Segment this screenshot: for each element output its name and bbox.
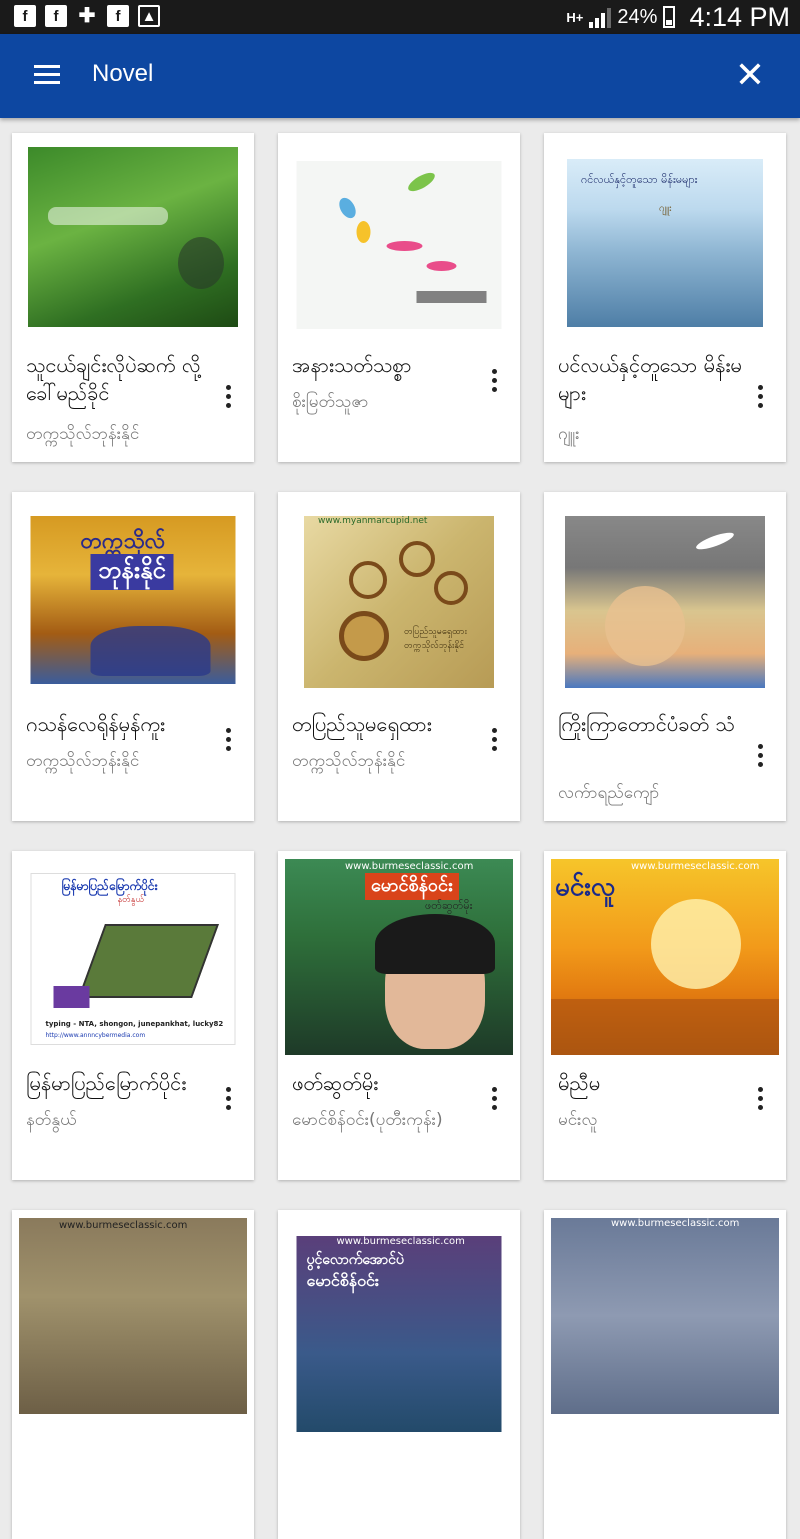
cover-text: ဂင်လယ်နှင့်တူသော မိန်းမများ bbox=[581, 173, 698, 186]
book-title[interactable]: တပြည်သူမရှေထား bbox=[292, 710, 477, 738]
book-author: မင်းလူ bbox=[558, 1110, 598, 1130]
signal-icon bbox=[589, 6, 612, 28]
facebook-icon: f bbox=[14, 5, 36, 27]
battery-percentage: 24% bbox=[617, 5, 658, 28]
book-grid: သူငယ်ချင်းလိုပဲဆက် လို့ခေါ်မည်ခိုင် တက္က… bbox=[12, 133, 788, 1539]
book-card[interactable]: တက္ကသိုလ် ဘုန်းနိုင် ဂသန်လေရိုန်မှန်ကူး … bbox=[12, 492, 254, 821]
hamburger-menu-icon[interactable] bbox=[30, 62, 64, 90]
book-card[interactable]: www.burmeseclassic.com bbox=[12, 1210, 254, 1539]
cover-text: www.burmeseclassic.com bbox=[345, 861, 474, 872]
status-bar: f f ✚ f ▲ H+ 24% 4:14 PM bbox=[0, 0, 800, 34]
more-options-icon[interactable] bbox=[216, 722, 240, 756]
book-title[interactable]: ပင်လယ်နှင့်တူသော မိန်းမများ bbox=[558, 351, 743, 407]
more-options-icon[interactable] bbox=[216, 379, 240, 413]
book-card[interactable]: သူငယ်ချင်းလိုပဲဆက် လို့ခေါ်မည်ခိုင် တက္က… bbox=[12, 133, 254, 462]
cover-text: typing - NTA, shongon, junepankhat, luck… bbox=[45, 1020, 224, 1028]
book-author: လက်ာရည်ကျော် bbox=[558, 783, 660, 803]
cover-text: တပြည်သူမရှေထား bbox=[404, 627, 467, 637]
page-title: Novel bbox=[92, 60, 154, 87]
book-card[interactable]: www.myanmarcupid.net တပြည်သူမရှေထား တက္က… bbox=[278, 492, 520, 821]
book-cover[interactable]: www.burmeseclassic.com bbox=[551, 1218, 779, 1414]
app-bar: Novel ✕ bbox=[0, 34, 800, 118]
cover-text: www.myanmarcupid.net bbox=[318, 516, 428, 526]
book-author: တက္ကသိုလ်ဘုန်းနိုင် bbox=[292, 751, 406, 771]
book-author: တက္ကသိုလ်ဘုန်းနိုင် bbox=[26, 424, 140, 444]
cover-text: ပွင့်လောက်အောင်ပဲ bbox=[306, 1252, 404, 1268]
book-card[interactable]: www.burmeseclassic.com မောင်စိန်ဝင်း ဖတ်… bbox=[278, 851, 520, 1180]
notification-icons: f f ✚ f ▲ bbox=[14, 5, 160, 27]
book-author: တက္ကသိုလ်ဘုန်းနိုင် bbox=[26, 751, 140, 771]
book-card[interactable]: မြန်မာပြည်မြောက်ပိုင်း နတ်နွယ် typing - … bbox=[12, 851, 254, 1180]
book-title[interactable]: ဂသန်လေရိုန်မှန်ကူး bbox=[26, 710, 211, 738]
cover-text: ဂျူး bbox=[659, 203, 672, 214]
book-card[interactable]: ဂင်လယ်နှင့်တူသော မိန်းမများ ဂျူး ပင်လယ်န… bbox=[544, 133, 786, 462]
more-options-icon[interactable] bbox=[482, 722, 506, 756]
book-author: နတ်နွယ် bbox=[26, 1110, 77, 1130]
book-author: စိုးမြတ်သူဇာ bbox=[292, 392, 369, 412]
book-cover[interactable]: တက္ကသိုလ် ဘုန်းနိုင် bbox=[30, 516, 236, 684]
cover-text: http://www.annncybermedia.com bbox=[45, 1032, 146, 1039]
book-cover[interactable] bbox=[296, 161, 502, 329]
book-cover[interactable]: ဂင်လယ်နှင့်တူသော မိန်းမများ ဂျူး bbox=[567, 159, 763, 327]
cover-text: www.burmeseclassic.com bbox=[59, 1220, 188, 1231]
book-author: မောင်စိန်ဝင်း(ပုတီးကုန်း) bbox=[292, 1110, 443, 1130]
image-icon: ▲ bbox=[138, 5, 160, 27]
book-title[interactable]: ကြိုးကြာတောင်ပံခတ် သံ bbox=[558, 710, 743, 738]
cover-text: တက္ကသိုလ်ဘုန်းနိုင် bbox=[404, 641, 464, 651]
book-title[interactable]: အနားသတ်သစ္စာ bbox=[292, 351, 477, 379]
battery-icon bbox=[663, 6, 676, 28]
book-cover[interactable] bbox=[28, 147, 238, 327]
book-cover[interactable]: www.myanmarcupid.net တပြည်သူမရှေထား တက္က… bbox=[304, 516, 494, 688]
facebook-icon: f bbox=[107, 5, 129, 27]
cover-text: မင်းလူ bbox=[555, 872, 616, 902]
more-options-icon[interactable] bbox=[482, 1081, 506, 1115]
clock: 4:14 PM bbox=[689, 1, 790, 32]
book-card[interactable]: အနားသတ်သစ္စာ စိုးမြတ်သူဇာ bbox=[278, 133, 520, 462]
add-user-icon: ✚ bbox=[78, 5, 96, 27]
more-options-icon[interactable] bbox=[748, 738, 772, 772]
book-title[interactable]: မြန်မာပြည်မြောက်ပိုင်း bbox=[26, 1069, 211, 1097]
more-options-icon[interactable] bbox=[482, 363, 506, 397]
book-card[interactable]: www.burmeseclassic.com မင်းလူ မိညီမ မင်း… bbox=[544, 851, 786, 1180]
close-icon[interactable]: ✕ bbox=[730, 56, 770, 96]
cover-text: နတ်နွယ် bbox=[117, 895, 145, 905]
cover-text: www.burmeseclassic.com bbox=[631, 861, 760, 872]
book-cover[interactable] bbox=[565, 516, 765, 688]
more-options-icon[interactable] bbox=[216, 1081, 240, 1115]
book-card[interactable]: www.burmeseclassic.com ပွင့်လောက်အောင်ပဲ… bbox=[278, 1210, 520, 1539]
book-cover[interactable]: www.burmeseclassic.com ပွင့်လောက်အောင်ပဲ… bbox=[296, 1236, 502, 1432]
book-card[interactable]: www.burmeseclassic.com bbox=[544, 1210, 786, 1539]
book-cover[interactable]: www.burmeseclassic.com မောင်စိန်ဝင်း ဖတ်… bbox=[285, 859, 513, 1055]
cover-text: မောင်စိန်ဝင်း bbox=[365, 873, 459, 900]
book-title[interactable]: ဖတ်ဆွတ်မိုး bbox=[292, 1069, 477, 1097]
more-options-icon[interactable] bbox=[748, 1081, 772, 1115]
book-title[interactable]: သူငယ်ချင်းလိုပဲဆက် လို့ခေါ်မည်ခိုင် bbox=[26, 351, 211, 407]
book-author: ဂျူး bbox=[558, 424, 580, 444]
book-cover[interactable]: www.burmeseclassic.com မင်းလူ bbox=[551, 859, 779, 1055]
cover-text: www.burmeseclassic.com bbox=[336, 1236, 465, 1247]
book-title[interactable]: မိညီမ bbox=[558, 1069, 743, 1097]
cover-text: မောင်စိန်ဝင်း bbox=[306, 1271, 379, 1290]
cover-text: ဖတ်ဆွတ်မိုး bbox=[425, 899, 473, 912]
book-cover[interactable]: မြန်မာပြည်မြောက်ပိုင်း နတ်နွယ် typing - … bbox=[30, 873, 236, 1045]
cover-text: ဘုန်းနိုင် bbox=[90, 554, 174, 590]
cover-text: www.burmeseclassic.com bbox=[611, 1218, 740, 1229]
facebook-icon: f bbox=[45, 5, 67, 27]
network-type: H+ bbox=[566, 9, 584, 25]
more-options-icon[interactable] bbox=[748, 379, 772, 413]
book-cover[interactable]: www.burmeseclassic.com bbox=[19, 1218, 247, 1414]
book-card[interactable]: ကြိုးကြာတောင်ပံခတ် သံ လက်ာရည်ကျော် bbox=[544, 492, 786, 821]
